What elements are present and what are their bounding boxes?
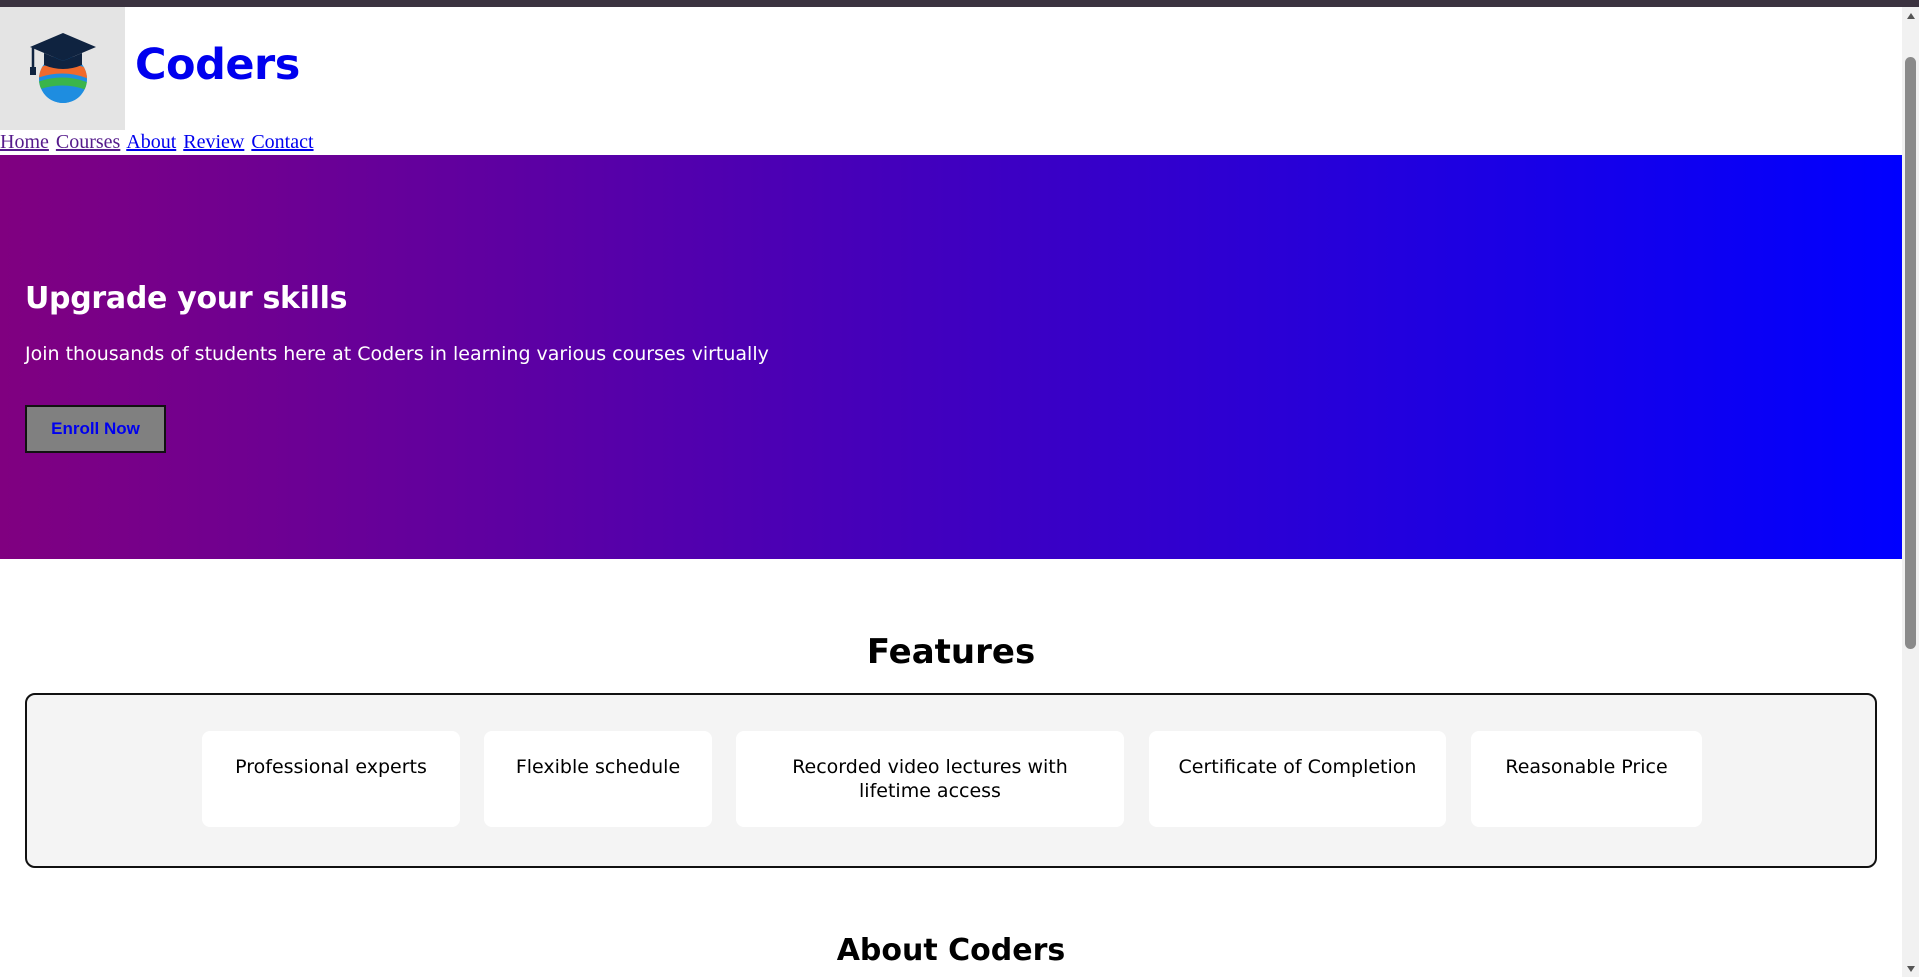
nav-link-contact[interactable]: Contact [251, 131, 313, 153]
hero-title: Upgrade your skills [25, 281, 348, 316]
scrollbar-thumb[interactable] [1905, 57, 1916, 649]
nav-link-about[interactable]: About [126, 131, 176, 153]
graduation-cap-globe-icon [30, 33, 96, 103]
feature-card: Recorded video lectures with lifetime ac… [736, 731, 1124, 827]
main-nav: Home Courses About Review Contact [0, 131, 316, 154]
enroll-now-button[interactable]: Enroll Now [25, 405, 166, 453]
hero-banner: Upgrade your skills Join thousands of st… [0, 155, 1902, 559]
about-heading: About Coders [836, 933, 1066, 968]
site-title: Coders [135, 40, 300, 90]
feature-card: Professional experts [202, 731, 460, 827]
feature-label: Recorded video lectures with lifetime ac… [792, 756, 1068, 802]
features-panel: Professional experts Flexible schedule R… [25, 693, 1877, 868]
nav-link-review[interactable]: Review [183, 131, 244, 153]
feature-label: Reasonable Price [1505, 756, 1668, 778]
scroll-down-arrow-icon[interactable] [1902, 960, 1919, 977]
hero-subtitle: Join thousands of students here at Coder… [25, 343, 769, 365]
feature-card: Certificate of Completion [1149, 731, 1446, 827]
feature-label: Flexible schedule [515, 756, 681, 778]
nav-link-courses[interactable]: Courses [56, 131, 120, 153]
features-heading: Features [866, 632, 1036, 672]
feature-card: Reasonable Price [1471, 731, 1702, 827]
scroll-up-arrow-icon[interactable] [1902, 7, 1919, 24]
feature-label: Certificate of Completion [1178, 756, 1417, 778]
vertical-scrollbar[interactable] [1902, 7, 1919, 977]
nav-link-home[interactable]: Home [0, 131, 49, 153]
feature-label: Professional experts [235, 756, 427, 778]
feature-card: Flexible schedule [484, 731, 712, 827]
logo[interactable] [0, 7, 125, 130]
browser-top-edge [0, 0, 1919, 7]
page: Coders Home Courses About Review Contact… [0, 7, 1902, 977]
